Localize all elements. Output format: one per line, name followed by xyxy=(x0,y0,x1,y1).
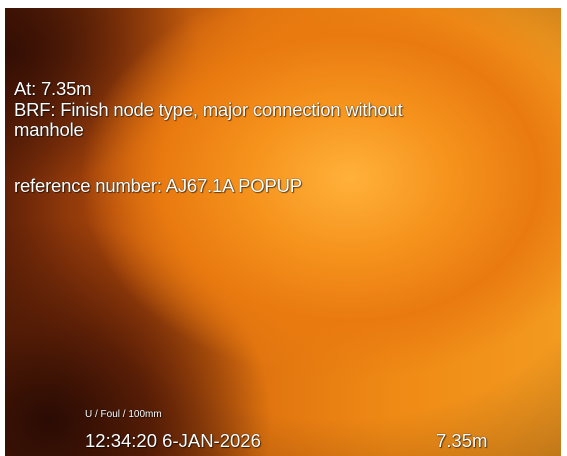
feed-vignette xyxy=(5,8,561,456)
camera-feed xyxy=(5,8,561,456)
position-label: At: 7.35m xyxy=(14,78,92,99)
timestamp-label: 12:34:20 6-JAN-2026 xyxy=(85,430,261,451)
distance-counter: 7.35m xyxy=(436,430,488,451)
inspection-frame: At: 7.35m BRF: Finish node type, major c… xyxy=(0,0,567,456)
pipe-info-label: U / Foul / 100mm xyxy=(85,409,162,420)
observation-code-line-2: manhole xyxy=(14,119,84,140)
reference-number-label: reference number: AJ67.1A POPUP xyxy=(14,175,302,196)
observation-code-line-1: BRF: Finish node type, major connection … xyxy=(14,99,403,120)
